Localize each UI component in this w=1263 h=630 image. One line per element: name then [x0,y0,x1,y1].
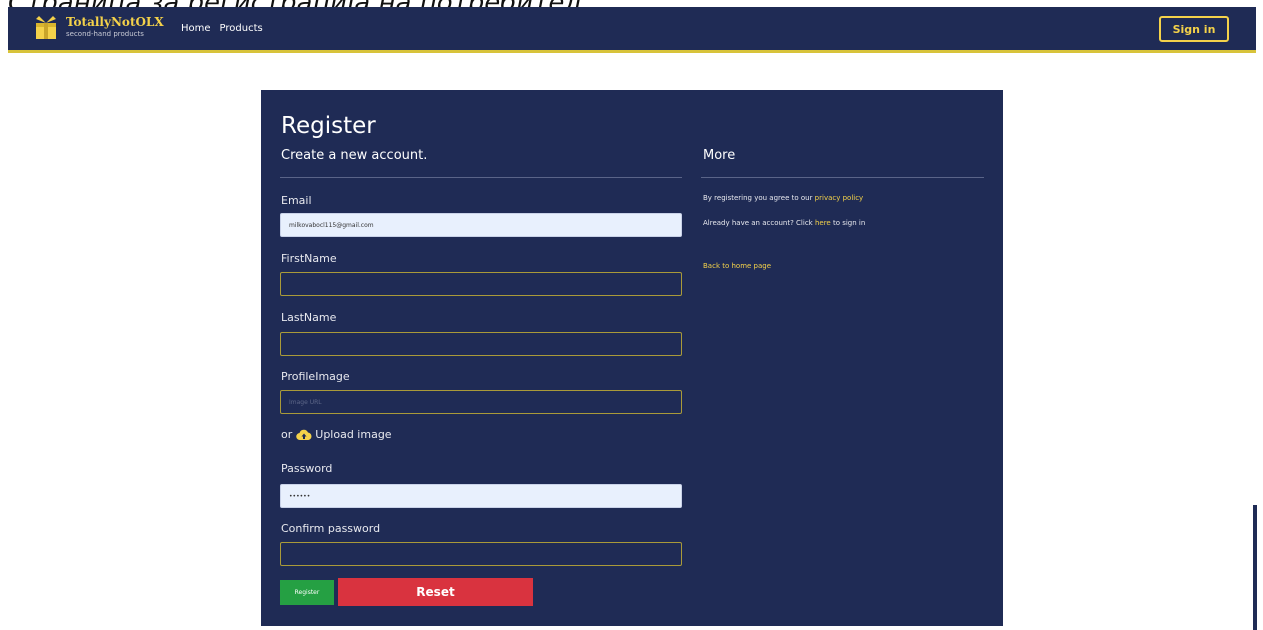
box-logo-icon [36,16,56,39]
register-button[interactable]: Register [280,580,334,605]
privacy-policy-link[interactable]: privacy policy [815,194,864,202]
nav-products[interactable]: Products [220,23,263,34]
account-text: Already have an account? Click here to s… [703,219,865,227]
register-panel: Register Create a new account. Email Fir… [261,90,1003,626]
page-subtitle: Create a new account. [281,148,428,163]
email-input[interactable] [280,213,682,237]
navbar: TotallyNotOLX second-hand products Home … [8,7,1256,53]
scrollbar-edge [1253,505,1257,630]
email-label: Email [281,194,312,207]
confirm-password-label: Confirm password [281,522,381,535]
brand-name: TotallyNotOLX [66,15,164,29]
page-title: Register [281,113,376,139]
privacy-prefix: By registering you agree to our [703,194,815,202]
privacy-text: By registering you agree to our privacy … [703,194,863,202]
lastname-label: LastName [281,311,337,324]
profileimage-label: ProfileImage [281,370,350,383]
sign-in-button[interactable]: Sign in [1159,16,1229,42]
cloud-upload-icon[interactable] [296,429,312,441]
sign-in-here-link[interactable]: here [815,219,831,227]
more-heading: More [703,148,736,163]
account-prefix: Already have an account? Click [703,219,815,227]
profileimage-url-input[interactable] [280,390,682,414]
confirm-password-input[interactable] [280,542,682,566]
nav-home[interactable]: Home [181,23,211,34]
account-suffix: to sign in [830,219,866,227]
nav-links: Home Products [181,23,263,34]
more-divider [701,177,984,178]
form-divider [280,177,682,178]
lastname-input[interactable] [280,332,682,356]
password-input[interactable] [280,484,682,508]
upload-or-text: or [281,428,293,441]
upload-image-link[interactable]: Upload image [315,428,391,441]
firstname-label: FirstName [281,252,337,265]
password-label: Password [281,462,333,475]
back-to-home-link[interactable]: Back to home page [703,262,771,270]
upload-row: or Upload image [281,428,392,441]
brand[interactable]: TotallyNotOLX second-hand products [33,13,164,41]
firstname-input[interactable] [280,272,682,296]
reset-button[interactable]: Reset [338,578,533,606]
brand-tagline: second-hand products [66,30,144,38]
